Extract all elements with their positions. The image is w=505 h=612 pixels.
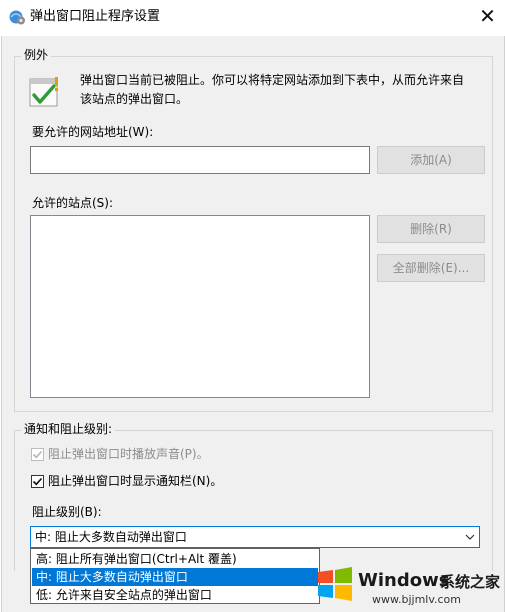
info-text-line2: 该站点的弹出窗口。 — [80, 92, 189, 106]
ie-settings-icon — [9, 10, 25, 25]
notification-legend: 通知和阻止级别: — [21, 421, 116, 437]
level-option-high[interactable]: 高: 阻止所有弹出窗口(Ctrl+Alt 覆盖) — [32, 550, 318, 568]
blocking-level-dropdown: 高: 阻止所有弹出窗口(Ctrl+Alt 覆盖) 中: 阻止大多数自动弹出窗口 … — [30, 548, 320, 604]
remove-all-button[interactable]: 全部删除(E)... — [377, 254, 485, 282]
allowed-sites-list[interactable] — [30, 215, 370, 398]
watermark-brand-suffix: 系统之家 — [440, 573, 501, 591]
play-sound-checkbox[interactable] — [31, 448, 44, 461]
allowed-sites-label: 允许的站点(S): — [32, 196, 114, 210]
exceptions-legend: 例外 — [21, 47, 52, 63]
play-sound-label: 阻止弹出窗口时播放声音(P)。 — [48, 447, 209, 461]
level-option-low[interactable]: 低: 允许来自安全站点的弹出窗口 — [32, 586, 318, 604]
close-icon[interactable]: ✕ — [470, 0, 505, 34]
add-button[interactable]: 添加(A) — [377, 146, 485, 174]
blocking-level-select[interactable]: 中: 阻止大多数自动弹出窗口 — [30, 526, 480, 548]
windows-logo-icon — [318, 567, 352, 601]
title-bar: 弹出窗口阻止程序设置 ✕ — [0, 0, 505, 36]
popup-blocker-icon — [29, 77, 58, 107]
address-label: 要允许的网站地址(W): — [32, 125, 154, 139]
level-option-medium[interactable]: 中: 阻止大多数自动弹出窗口 — [32, 568, 318, 586]
show-notification-bar-label: 阻止弹出窗口时显示通知栏(N)。 — [48, 474, 223, 488]
watermark-url: www.bjjmlv.com — [372, 593, 461, 606]
blocking-level-selected: 中: 阻止大多数自动弹出窗口 — [35, 530, 187, 544]
window-title: 弹出窗口阻止程序设置 — [30, 9, 161, 24]
checkmark-icon — [32, 477, 43, 486]
address-input[interactable] — [30, 146, 370, 174]
watermark-brand: Windows — [358, 570, 450, 591]
info-text-line1: 弹出窗口当前已被阻止。你可以将特定网站添加到下表中，从而允许来自 — [80, 73, 465, 87]
chevron-down-icon[interactable] — [465, 533, 475, 541]
remove-button[interactable]: 删除(R) — [377, 215, 485, 243]
blocking-level-label: 阻止级别(B): — [32, 505, 102, 519]
checkmark-icon — [32, 450, 43, 459]
show-notification-bar-checkbox[interactable] — [31, 475, 44, 488]
